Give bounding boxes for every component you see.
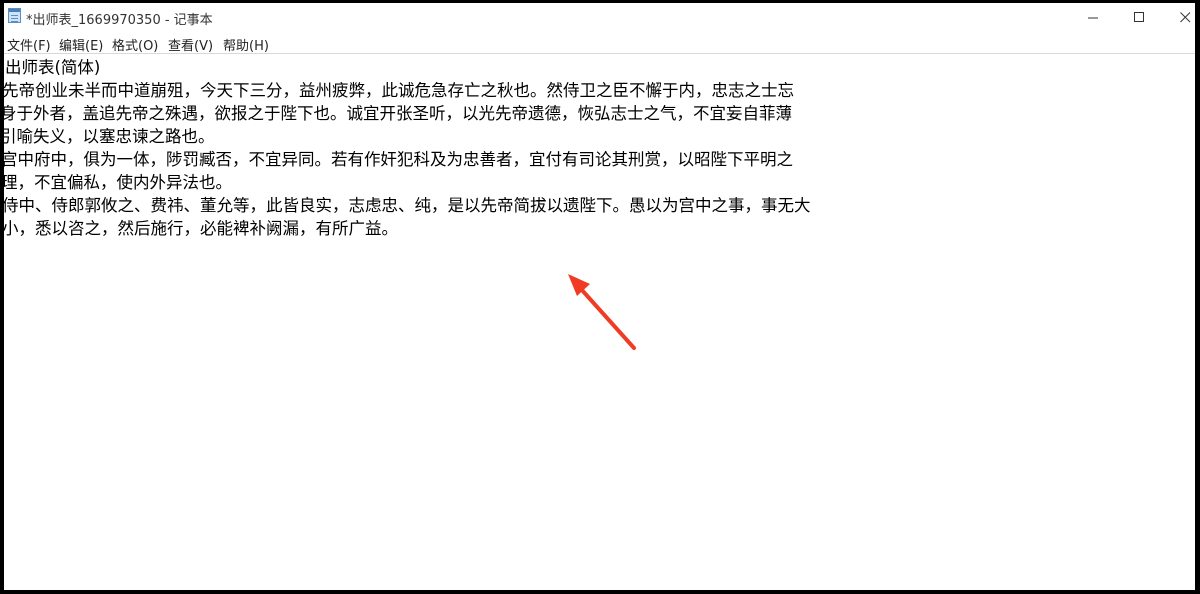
screen-frame: *出师表_1669970350 - 记事本 文件(F) 编辑(E) 格式(O) … bbox=[0, 0, 1200, 594]
text-line: 理，不宜偏私，使内外异法也。 bbox=[4, 173, 232, 192]
text-line: 引喻失义，以塞忠谏之路也。 bbox=[4, 127, 215, 146]
window-title: *出师表_1669970350 - 记事本 bbox=[26, 13, 213, 28]
minimize-button[interactable] bbox=[1070, 3, 1116, 32]
menu-format[interactable]: 格式(O) bbox=[112, 35, 158, 54]
title-bar[interactable]: *出师表_1669970350 - 记事本 bbox=[4, 3, 1195, 32]
text-line: 身于外者，盖追先帝之殊遇，欲报之于陛下也。诚宜开张圣听，以光先帝遗德，恢弘志士之… bbox=[4, 104, 792, 123]
text-line: 宫中府中，俱为一体，陟罚臧否，不宜异同。若有作奸犯科及为忠善者，宜付有司论其刑赏… bbox=[4, 150, 793, 169]
minimize-icon bbox=[1088, 17, 1098, 19]
menu-help[interactable]: 帮助(H) bbox=[223, 35, 269, 54]
notepad-icon bbox=[8, 8, 21, 23]
notepad-window: *出师表_1669970350 - 记事本 文件(F) 编辑(E) 格式(O) … bbox=[4, 3, 1195, 590]
text-line: 侍中、侍郎郭攸之、费祎、董允等，此皆良实，志虑忠、纯，是以先帝简拔以遗陛下。愚以… bbox=[4, 196, 811, 215]
text-line: 先帝创业未半而中道崩殂，今天下三分，益州疲弊，此诚危急存亡之秋也。然侍卫之臣不懈… bbox=[4, 81, 794, 100]
close-icon bbox=[1180, 12, 1191, 23]
menu-bar: 文件(F) 编辑(E) 格式(O) 查看(V) 帮助(H) bbox=[4, 33, 1195, 54]
text-line: 出师表(简体) bbox=[5, 58, 101, 77]
annotation-arrow-icon bbox=[568, 274, 636, 350]
menu-view[interactable]: 查看(V) bbox=[168, 35, 213, 54]
menu-file[interactable]: 文件(F) bbox=[7, 35, 51, 54]
text-line: 小，悉以咨之，然后施行，必能裨补阙漏，有所广益。 bbox=[4, 219, 398, 238]
close-button[interactable] bbox=[1162, 3, 1195, 32]
maximize-icon bbox=[1134, 12, 1144, 22]
maximize-button[interactable] bbox=[1116, 3, 1162, 32]
menu-edit[interactable]: 编辑(E) bbox=[59, 35, 103, 54]
